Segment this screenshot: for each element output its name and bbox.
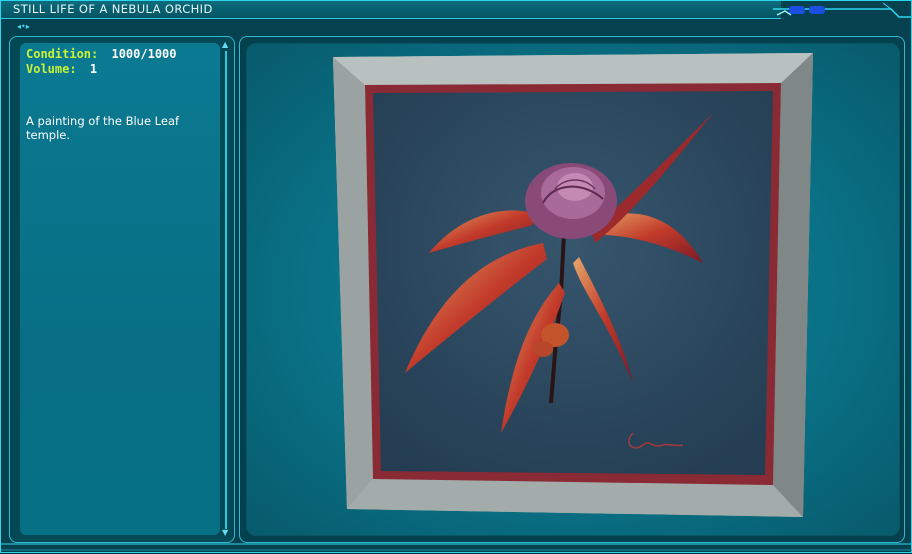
scroll-up-icon[interactable]: ▲ <box>222 41 228 49</box>
close-icon <box>789 6 825 14</box>
title-bar[interactable]: STILL LIFE OF A NEBULA ORCHID <box>1 1 781 19</box>
item-info-window: STILL LIFE OF A NEBULA ORCHID ◂•▸ Condit… <box>0 0 912 553</box>
nebula-orchid-painting-image <box>333 53 813 517</box>
item-details-content: Condition: 1000/1000 Volume: 1 A paintin… <box>20 43 220 535</box>
window-bottom-border <box>1 543 912 551</box>
volume-value: 1 <box>89 62 98 76</box>
item-description: A painting of the Blue Leaf temple. <box>26 114 180 142</box>
condition-row: Condition: 1000/1000 <box>26 47 177 61</box>
painting-preview[interactable] <box>333 53 815 517</box>
window-title: STILL LIFE OF A NEBULA ORCHID <box>13 2 213 16</box>
item-details-panel: Condition: 1000/1000 Volume: 1 A paintin… <box>9 36 235 543</box>
condition-value: 1000/1000 <box>111 47 177 61</box>
close-button[interactable] <box>787 1 827 14</box>
scroll-track[interactable] <box>225 51 227 529</box>
scroll-down-icon[interactable]: ▼ <box>222 529 228 537</box>
volume-row: Volume: 1 <box>26 62 97 76</box>
details-scrollbar[interactable]: ▲ ▼ <box>222 41 230 537</box>
condition-label: Condition: <box>26 47 99 61</box>
drag-handle-icon[interactable]: ◂•▸ <box>17 23 39 31</box>
volume-label: Volume: <box>26 62 77 76</box>
